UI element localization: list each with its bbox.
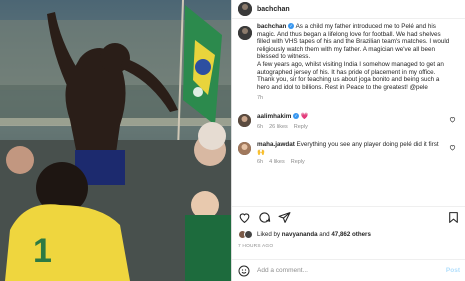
commenter-username[interactable]: aalimhakim xyxy=(257,113,291,120)
commenter-avatar[interactable] xyxy=(238,142,251,156)
caption-block: bachchan ✓ As a child my father introduc… xyxy=(238,23,460,103)
liker-avatar xyxy=(244,230,253,239)
comment-item: maha.jawdat Everything you see any playe… xyxy=(238,141,460,167)
comment-like-heart-icon[interactable] xyxy=(449,116,456,123)
caption-avatar[interactable] xyxy=(238,26,252,40)
likes-summary: Liked by navyananda and 47,862 others xyxy=(238,230,371,239)
comment-meta: 6h 26 likes Reply xyxy=(257,124,447,132)
liked-by-prefix: Liked by xyxy=(257,231,281,238)
post-actions-bar xyxy=(232,206,465,228)
verified-badge-icon: ✓ xyxy=(288,23,295,30)
comment-likes[interactable]: 4 likes xyxy=(269,159,285,167)
caption-age: 7h xyxy=(257,95,264,102)
comment-meta: 6h 4 likes Reply xyxy=(257,159,447,167)
caption-body: As a child my father introduced me to Pe… xyxy=(257,23,450,91)
comment-age: 6h xyxy=(257,159,264,166)
author-username[interactable]: bachchan xyxy=(257,6,290,13)
svg-text:1: 1 xyxy=(33,232,52,270)
comment-reply-button[interactable]: Reply xyxy=(294,124,308,132)
pele-celebration-image: 1 xyxy=(0,0,231,281)
post-photo[interactable]: 1 xyxy=(0,0,231,281)
post-timestamp: 7 HOURS AGO xyxy=(238,244,274,249)
caption-username[interactable]: bachchan xyxy=(257,23,286,30)
comment-like-heart-icon[interactable] xyxy=(449,144,456,151)
comment-reply-button[interactable]: Reply xyxy=(291,159,305,167)
liked-by-and: and xyxy=(319,231,330,238)
comment-composer: Post xyxy=(232,259,465,281)
comment-text: aalimhakim ✓ 💗 6h 26 likes Reply xyxy=(257,113,447,131)
author-avatar[interactable] xyxy=(238,2,252,16)
comment-bubble-icon[interactable] xyxy=(258,211,271,224)
comment-text: maha.jawdat Everything you see any playe… xyxy=(257,141,447,167)
post-comment-button[interactable]: Post xyxy=(446,267,460,274)
comment-item: aalimhakim ✓ 💗 6h 26 likes Reply xyxy=(238,113,460,131)
emoji-smiley-icon[interactable] xyxy=(238,265,250,277)
like-heart-icon[interactable] xyxy=(238,211,251,224)
instagram-post: 1 bachchan bachchan ✓ As a child my fath… xyxy=(0,0,465,281)
commenter-avatar[interactable] xyxy=(238,113,251,127)
comment-body: 💗 xyxy=(300,112,309,120)
save-bookmark-icon[interactable] xyxy=(447,211,460,224)
post-detail-panel: bachchan bachchan ✓ As a child my father… xyxy=(231,0,465,281)
caption-text: bachchan ✓ As a child my father introduc… xyxy=(257,23,453,103)
liked-by-user[interactable]: navyananda xyxy=(282,231,318,238)
add-comment-input[interactable] xyxy=(257,267,446,274)
commenter-username[interactable]: maha.jawdat xyxy=(257,141,295,148)
liker-avatars xyxy=(238,230,253,239)
comments-list[interactable]: bachchan ✓ As a child my father introduc… xyxy=(232,19,465,205)
post-header: bachchan xyxy=(232,0,465,19)
verified-badge-icon: ✓ xyxy=(293,113,300,120)
comment-age: 6h xyxy=(257,123,264,130)
liked-by-others[interactable]: 47,862 others xyxy=(331,231,371,238)
comment-likes[interactable]: 26 likes xyxy=(269,124,288,132)
share-paper-plane-icon[interactable] xyxy=(278,211,291,224)
